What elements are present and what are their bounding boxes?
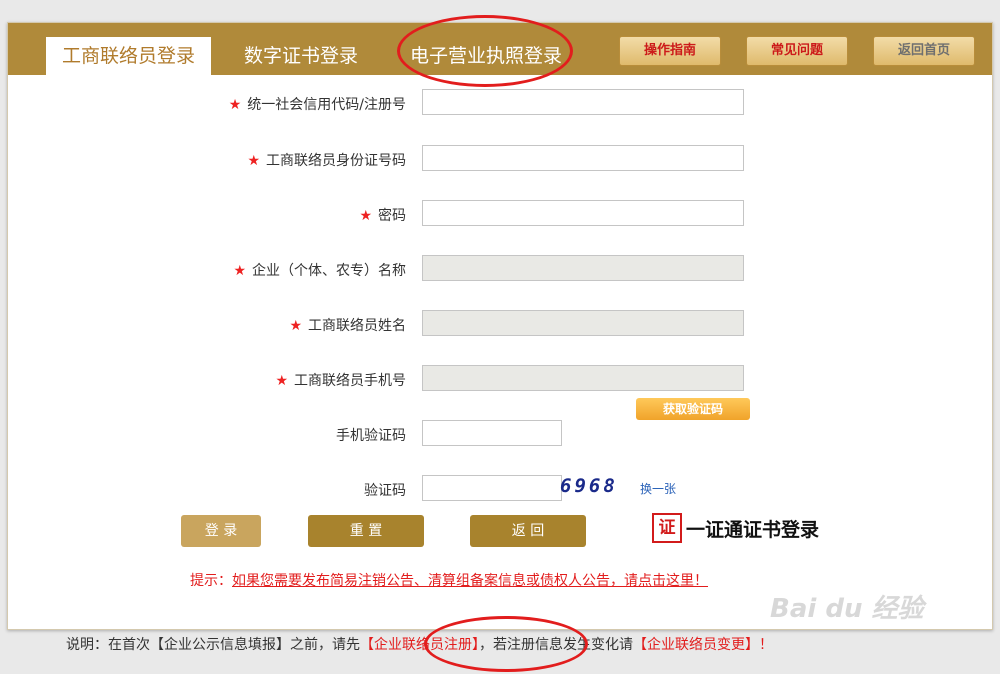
tab-e-license-login[interactable]: 电子营业执照登录 bbox=[391, 37, 581, 75]
note-text-2: ，若注册信息发生变化请 bbox=[479, 637, 633, 653]
home-button[interactable]: 返回首页 bbox=[873, 36, 975, 66]
tip-link[interactable]: 如果您需要发布简易注销公告、清算组备案信息或债权人公告，请点击这里！ bbox=[232, 573, 708, 589]
sms-code-input[interactable] bbox=[422, 420, 562, 446]
liaison-name-label: ★ 工商联络员姓名 bbox=[289, 318, 406, 334]
tab-digital-cert-login[interactable]: 数字证书登录 bbox=[226, 37, 376, 75]
get-sms-code-button[interactable]: 获取验证码 bbox=[636, 398, 750, 420]
tab-liaison-login[interactable]: 工商联络员登录 bbox=[46, 37, 211, 75]
sms-code-label: 手机验证码 bbox=[336, 428, 406, 444]
reset-button[interactable]: 重 置 bbox=[308, 515, 424, 547]
captcha-image[interactable]: 6968 bbox=[560, 474, 626, 498]
credit-code-label: ★ 统一社会信用代码/注册号 bbox=[228, 97, 406, 113]
company-name-input bbox=[422, 255, 744, 281]
liaison-register-link[interactable]: 【企业联络员注册】 bbox=[360, 637, 479, 653]
refresh-captcha-link[interactable]: 换一张 bbox=[640, 480, 676, 497]
note-text-1: 说明：在首次【企业公示信息填报】之前，请先 bbox=[66, 637, 360, 653]
liaison-phone-input bbox=[422, 365, 744, 391]
tip-text: 提示：如果您需要发布简易注销公告、清算组备案信息或债权人公告，请点击这里！ bbox=[190, 570, 708, 590]
required-star: ★ bbox=[359, 208, 372, 224]
company-name-label: ★ 企业（个体、农专）名称 bbox=[233, 263, 406, 279]
login-button[interactable]: 登 录 bbox=[181, 515, 261, 547]
required-star: ★ bbox=[228, 97, 242, 113]
liaison-change-link[interactable]: 【企业联络员变更】 bbox=[633, 637, 759, 653]
cert-login-label: 一证通证书登录 bbox=[686, 518, 820, 541]
captcha-input[interactable] bbox=[422, 475, 562, 501]
tip-prefix: 提示： bbox=[190, 573, 232, 589]
credit-code-input[interactable] bbox=[422, 89, 744, 115]
cert-login-link[interactable]: 证 一证通证书登录 bbox=[652, 511, 819, 545]
guide-button[interactable]: 操作指南 bbox=[619, 36, 721, 66]
id-number-label: ★ 工商联络员身份证号码 bbox=[247, 153, 406, 169]
captcha-label: 验证码 bbox=[364, 483, 406, 499]
required-star: ★ bbox=[233, 263, 246, 279]
back-button[interactable]: 返 回 bbox=[470, 515, 586, 547]
footer-note: 说明：在首次【企业公示信息填报】之前，请先【企业联络员注册】，若注册信息发生变化… bbox=[66, 634, 773, 654]
required-star: ★ bbox=[275, 373, 288, 389]
cert-icon: 证 bbox=[652, 513, 682, 543]
required-star: ★ bbox=[247, 153, 260, 169]
password-input[interactable] bbox=[422, 200, 744, 226]
faq-button[interactable]: 常见问题 bbox=[746, 36, 848, 66]
liaison-phone-label: ★ 工商联络员手机号 bbox=[275, 373, 406, 389]
note-text-3: ！ bbox=[759, 637, 773, 653]
liaison-name-input bbox=[422, 310, 744, 336]
header-bar: 工商联络员登录 数字证书登录 电子营业执照登录 操作指南 常见问题 返回首页 bbox=[8, 23, 992, 75]
baidu-watermark: Bai du 经验 bbox=[770, 594, 924, 624]
id-number-input[interactable] bbox=[422, 145, 744, 171]
required-star: ★ bbox=[289, 318, 302, 334]
password-label: ★ 密码 bbox=[359, 208, 406, 224]
